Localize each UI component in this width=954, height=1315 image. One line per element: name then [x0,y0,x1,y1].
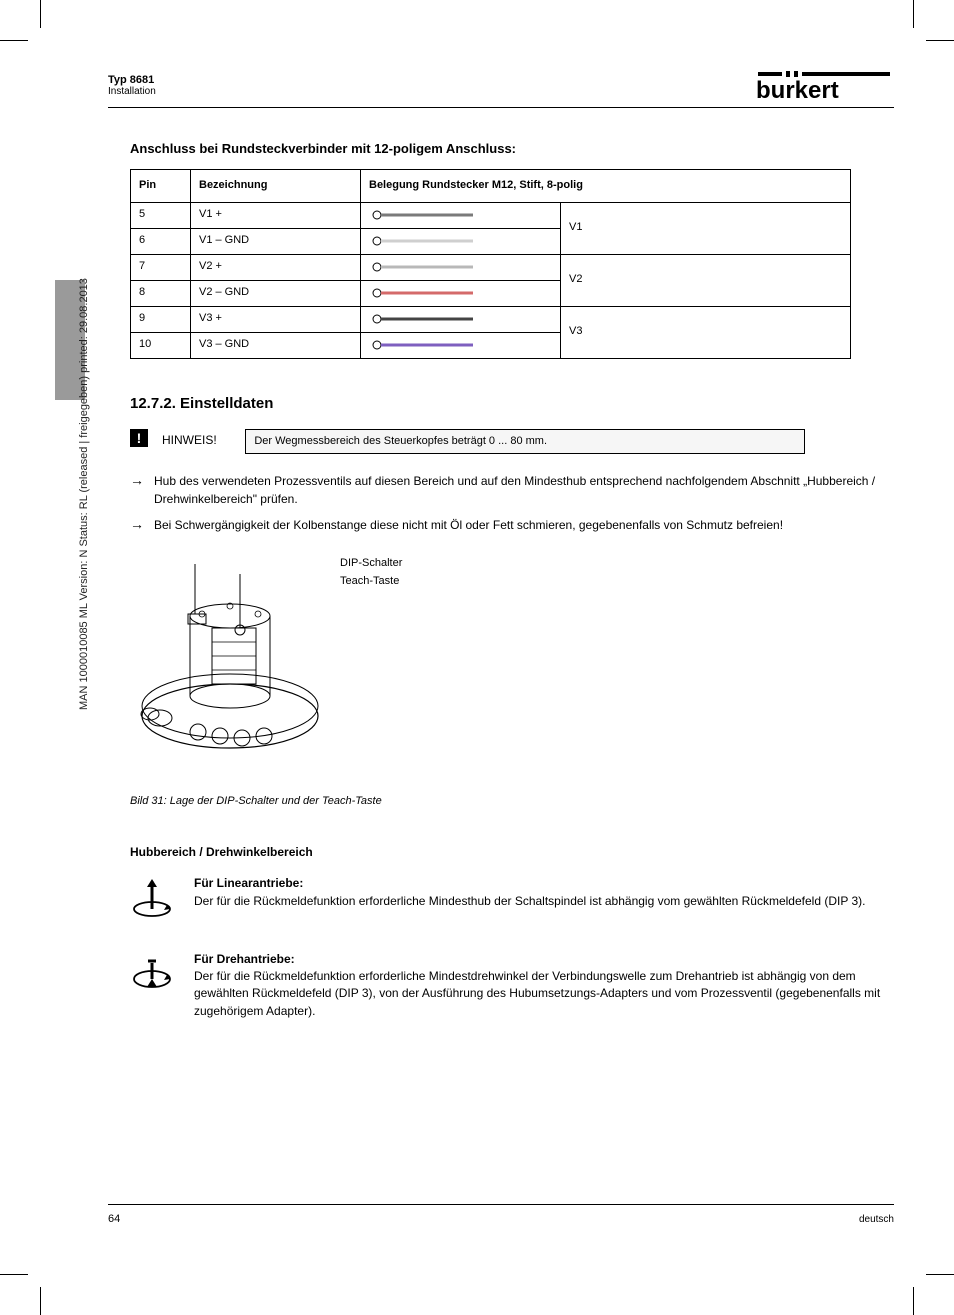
footer-rule [108,1204,894,1205]
imprint-text: MAN 1000010085 ML Version: N Status: RL … [78,278,90,710]
cell-pin: 10 [131,332,191,358]
rotary-rotary-text: Für Drehantriebe: Der für die Rückmeldef… [194,951,884,1021]
table-row: 7V2 +V2 [131,254,851,280]
crop-mark [926,1274,954,1275]
header-product-type: Typ 8681 [108,74,156,86]
header-product-section: Installation [108,86,156,97]
rotary-linear-title: Für Linearantriebe: [194,876,303,890]
figure-illustration [130,556,330,781]
crop-mark [40,1287,41,1315]
footer-language: deutsch [859,1214,894,1225]
brand-logo: burkert [754,68,894,102]
rotary-linear-text: Für Linearantriebe: Der für die Rückmeld… [194,875,865,910]
cell-pin: 7 [131,254,191,280]
rotary-row-rotary: Für Drehantriebe: Der für die Rückmeldef… [130,951,884,1021]
table-header-desig: Bezeichnung [191,169,361,202]
header-product: Typ 8681 Installation [108,68,156,97]
cell-designation: V2 – GND [191,280,361,306]
crop-mark [0,40,28,41]
cell-pin: 8 [131,280,191,306]
cell-assignment: V2 [561,254,851,306]
list-item: → Hub des verwendeten Prozessventils auf… [130,472,884,508]
arrow-icon: → [130,472,144,508]
rotary-heading: Hubbereich / Drehwinkelbereich [130,844,884,861]
rotary-motion-icon [130,951,174,1000]
rotary-rotary-body: Der für die Rückmeldefunktion erforderli… [194,969,880,1018]
section-title: Anschluss bei Rundsteckverbinder mit 12-… [130,140,884,159]
rotary-linear-body: Der für die Rückmeldefunktion erforderli… [194,894,865,908]
cell-wire [361,306,561,332]
subsection-title: 12.7.2. Einstelldaten [130,393,884,415]
crop-mark [913,0,914,28]
warning-icon: ! [130,429,148,447]
cell-wire [361,202,561,228]
note-box: Der Wegmessbereich des Steuerkopfes betr… [245,429,805,455]
linear-motion-icon [130,875,174,924]
crop-mark [0,1274,28,1275]
page-header: Typ 8681 Installation burkert [108,68,894,108]
cell-designation: V3 + [191,306,361,332]
rotary-rotary-title: Für Drehantriebe: [194,952,295,966]
cell-pin: 9 [131,306,191,332]
figure: DIP-Schalter Teach-Taste [130,556,884,781]
list-item-text: Hub des verwendeten Prozessventils auf d… [154,472,884,508]
cell-wire [361,332,561,358]
table-header-pin: Pin [131,169,191,202]
crop-mark [926,40,954,41]
cell-designation: V1 + [191,202,361,228]
cell-wire [361,228,561,254]
crop-mark [40,0,41,28]
cell-pin: 5 [131,202,191,228]
note-prefix: HINWEIS! [162,429,242,449]
cell-wire [361,280,561,306]
table-header-assign: Belegung Rundstecker M12, Stift, 8-polig [361,169,851,202]
cell-designation: V2 + [191,254,361,280]
figure-callouts: DIP-Schalter Teach-Taste [340,556,402,591]
crop-mark [913,1287,914,1315]
cell-pin: 6 [131,228,191,254]
list-item: → Bei Schwergängigkeit der Kolbenstange … [130,516,884,534]
arrow-icon: → [130,516,144,534]
cell-designation: V1 – GND [191,228,361,254]
list-item-text: Bei Schwergängigkeit der Kolbenstange di… [154,516,783,534]
arrow-bullet-list: → Hub des verwendeten Prozessventils auf… [130,472,884,534]
rotary-row-linear: Für Linearantriebe: Der für die Rückmeld… [130,875,884,924]
cell-wire [361,254,561,280]
cell-assignment: V3 [561,306,851,358]
cell-assignment: V1 [561,202,851,254]
table-row: 9V3 +V3 [131,306,851,332]
assignment-table: Pin Bezeichnung Belegung Rundstecker M12… [130,169,851,359]
svg-text:burkert: burkert [756,77,839,102]
figure-callout-dip: DIP-Schalter [340,556,402,571]
cell-designation: V3 – GND [191,332,361,358]
table-row: 5V1 +V1 [131,202,851,228]
page-number: 64 [108,1213,120,1225]
figure-caption: Bild 31: Lage der DIP-Schalter und der T… [130,794,884,810]
figure-callout-teach: Teach-Taste [340,574,402,589]
